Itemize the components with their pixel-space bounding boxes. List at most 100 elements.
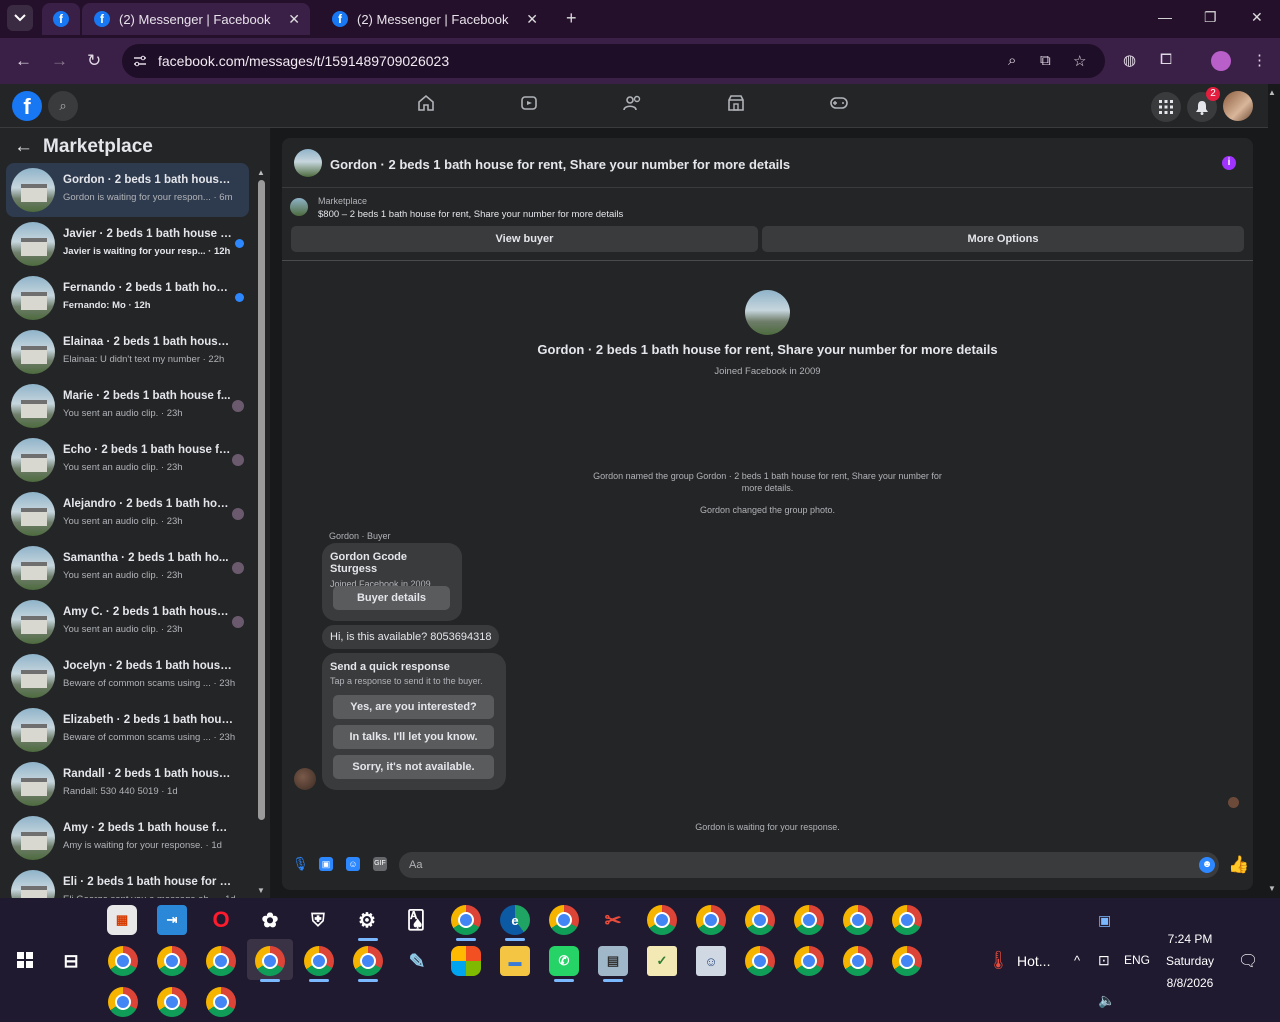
conversation-item[interactable]: Eli · 2 beds 1 bath house for ren...Eli … — [6, 865, 249, 898]
chrome-profile-icon[interactable] — [206, 946, 236, 976]
chrome-profile-icon[interactable] — [745, 905, 775, 935]
back-arrow-icon[interactable]: ← — [15, 51, 32, 71]
view-buyer-button[interactable]: View buyer — [291, 226, 758, 252]
edge-icon[interactable]: e — [500, 905, 530, 935]
conversation-item[interactable]: Elizabeth · 2 beds 1 bath house ... Bewar… — [6, 703, 249, 757]
weather-text[interactable]: Hot... — [1017, 953, 1050, 969]
address-bar[interactable]: facebook.com/messages/t/1591489709026023… — [122, 44, 1105, 78]
remote-app-icon[interactable]: ⇥ — [157, 905, 187, 935]
network-icon[interactable]: ⊡ — [1098, 952, 1110, 969]
search-icon[interactable]: ⌕ — [48, 91, 78, 121]
browser-profile-avatar[interactable] — [1211, 51, 1231, 71]
notification-center-icon[interactable]: 🗨 — [1238, 951, 1258, 971]
minimize-icon[interactable]: — — [1158, 9, 1172, 25]
sender-avatar[interactable] — [294, 768, 316, 790]
language-indicator[interactable]: ENG — [1124, 953, 1150, 967]
gaming-icon[interactable] — [829, 94, 849, 117]
marketplace-icon[interactable] — [727, 94, 745, 117]
install-app-icon[interactable]: ⧉ — [1040, 52, 1051, 69]
chrome-profile-icon-active[interactable] — [255, 946, 285, 976]
microphone-icon[interactable]: 🎙 — [292, 857, 309, 871]
new-tab-icon[interactable]: + — [566, 8, 577, 29]
volume-icon[interactable]: 🔈 — [1098, 992, 1115, 1009]
show-hidden-icons-chevron[interactable]: ^ — [1074, 953, 1080, 968]
chrome-icon[interactable] — [451, 905, 481, 935]
close-tab-icon[interactable]: ✕ — [526, 11, 538, 28]
windows-start-icon[interactable] — [17, 952, 33, 968]
snipping-tool-icon[interactable]: ✂ — [598, 905, 628, 935]
chrome-profile-icon[interactable] — [696, 905, 726, 935]
facebook-logo[interactable]: f — [12, 91, 42, 121]
gif-icon[interactable]: GIF — [373, 857, 387, 871]
chrome-profile-icon[interactable] — [843, 905, 873, 935]
quick-reply-in-talks-button[interactable]: In talks. I'll let you know. — [333, 725, 494, 749]
home-icon[interactable] — [417, 94, 435, 117]
thumbs-up-icon[interactable]: 👍 — [1228, 855, 1249, 875]
conversation-item[interactable]: Elainaa · 2 beds 1 bath house fo... Elain… — [6, 325, 249, 379]
browser-tab-2[interactable]: f (2) Messenger | Facebook ✕ — [320, 3, 548, 35]
quick-reply-yes-button[interactable]: Yes, are you interested? — [333, 695, 494, 719]
chrome-profile-icon[interactable] — [647, 905, 677, 935]
page-scroll-up-arrow[interactable]: ▲ — [1268, 88, 1276, 97]
weather-thermometer-icon[interactable]: 🌡 — [987, 950, 1010, 971]
tab-search-button[interactable] — [7, 5, 33, 31]
page-scroll-down-arrow[interactable]: ▼ — [1268, 884, 1276, 893]
close-tab-icon[interactable]: ✕ — [288, 11, 300, 28]
chrome-profile-icon[interactable] — [157, 987, 187, 1017]
reload-icon[interactable]: ↻ — [87, 51, 101, 71]
clock-date[interactable]: 8/8/2026 — [1150, 976, 1230, 990]
scroll-up-arrow[interactable]: ▲ — [257, 168, 265, 177]
conversation-scrollbar[interactable] — [258, 180, 265, 820]
clock-day[interactable]: Saturday — [1150, 954, 1230, 968]
bookmark-star-icon[interactable]: ☆ — [1073, 52, 1086, 70]
task-view-icon[interactable]: ⊟ — [56, 946, 86, 976]
buyer-details-button[interactable]: Buyer details — [333, 586, 450, 610]
emoji-icon[interactable]: ☻ — [1199, 857, 1215, 873]
chrome-profile-icon[interactable] — [745, 946, 775, 976]
tray-app-icon[interactable]: ▣ — [1098, 912, 1111, 929]
close-window-icon[interactable]: ✕ — [1251, 9, 1263, 26]
chrome-profile-icon[interactable] — [304, 946, 334, 976]
conversation-item[interactable]: Amy · 2 beds 1 bath house for r... Amy is… — [6, 811, 249, 865]
solitaire-icon[interactable]: 🂡 — [401, 905, 431, 935]
conversation-item[interactable]: Gordon · 2 beds 1 bath house f... Gordon … — [6, 163, 249, 217]
settings-gear-icon[interactable]: ⚙ — [352, 905, 382, 935]
forward-arrow-icon[interactable]: → — [51, 51, 68, 71]
extensions-icon[interactable]: ⧠ — [1160, 51, 1172, 68]
info-icon[interactable]: i — [1222, 156, 1236, 170]
globe-icon[interactable]: ◍ — [1123, 51, 1136, 69]
chrome-profile-icon[interactable] — [353, 946, 383, 976]
photo-icon[interactable]: ▣ — [319, 857, 333, 871]
chrome-profile-icon[interactable] — [843, 946, 873, 976]
quick-reply-not-available-button[interactable]: Sorry, it's not available. — [333, 755, 494, 779]
browser-menu-icon[interactable]: ⋮ — [1252, 51, 1267, 69]
restore-icon[interactable]: ❐ — [1204, 9, 1217, 26]
profile-avatar[interactable] — [1223, 91, 1253, 121]
whatsapp-icon[interactable]: ✆ — [549, 946, 579, 976]
opera-icon[interactable]: O — [206, 905, 236, 935]
friends-icon[interactable] — [623, 94, 643, 117]
chrome-profile-icon[interactable] — [206, 987, 236, 1017]
photos-viewer-icon[interactable]: ▤ — [598, 946, 628, 976]
more-options-button[interactable]: More Options — [762, 226, 1244, 252]
copilot-icon[interactable] — [451, 946, 481, 976]
message-input[interactable]: Aa — [399, 852, 1219, 878]
notepad-icon[interactable]: ✎ — [402, 946, 432, 976]
listing-summary[interactable]: Marketplace $800 – 2 beds 1 bath house f… — [290, 196, 1245, 224]
chrome-icon[interactable] — [549, 905, 579, 935]
chatgpt-icon[interactable]: ✿ — [255, 905, 285, 935]
chrome-profile-icon[interactable] — [157, 946, 187, 976]
chrome-profile-icon[interactable] — [108, 946, 138, 976]
chrome-profile-icon[interactable] — [108, 987, 138, 1017]
conversation-item[interactable]: Samantha · 2 beds 1 bath ho... You sent a… — [6, 541, 249, 595]
chrome-profile-icon[interactable] — [794, 946, 824, 976]
sticker-icon[interactable]: ☺ — [346, 857, 360, 871]
security-shield-icon[interactable]: ⛨ — [303, 905, 333, 935]
conversation-item[interactable]: Echo · 2 beds 1 bath house fo... You sent… — [6, 433, 249, 487]
zoom-icon[interactable]: ⌕ — [1008, 52, 1016, 69]
contacts-app-icon[interactable]: ☺ — [696, 946, 726, 976]
pinned-facebook-tab[interactable]: f — [42, 3, 80, 35]
notes-app-icon[interactable]: ✓ — [647, 946, 677, 976]
browser-tab-1[interactable]: f (2) Messenger | Facebook ✕ — [82, 3, 310, 35]
chrome-profile-icon[interactable] — [892, 905, 922, 935]
